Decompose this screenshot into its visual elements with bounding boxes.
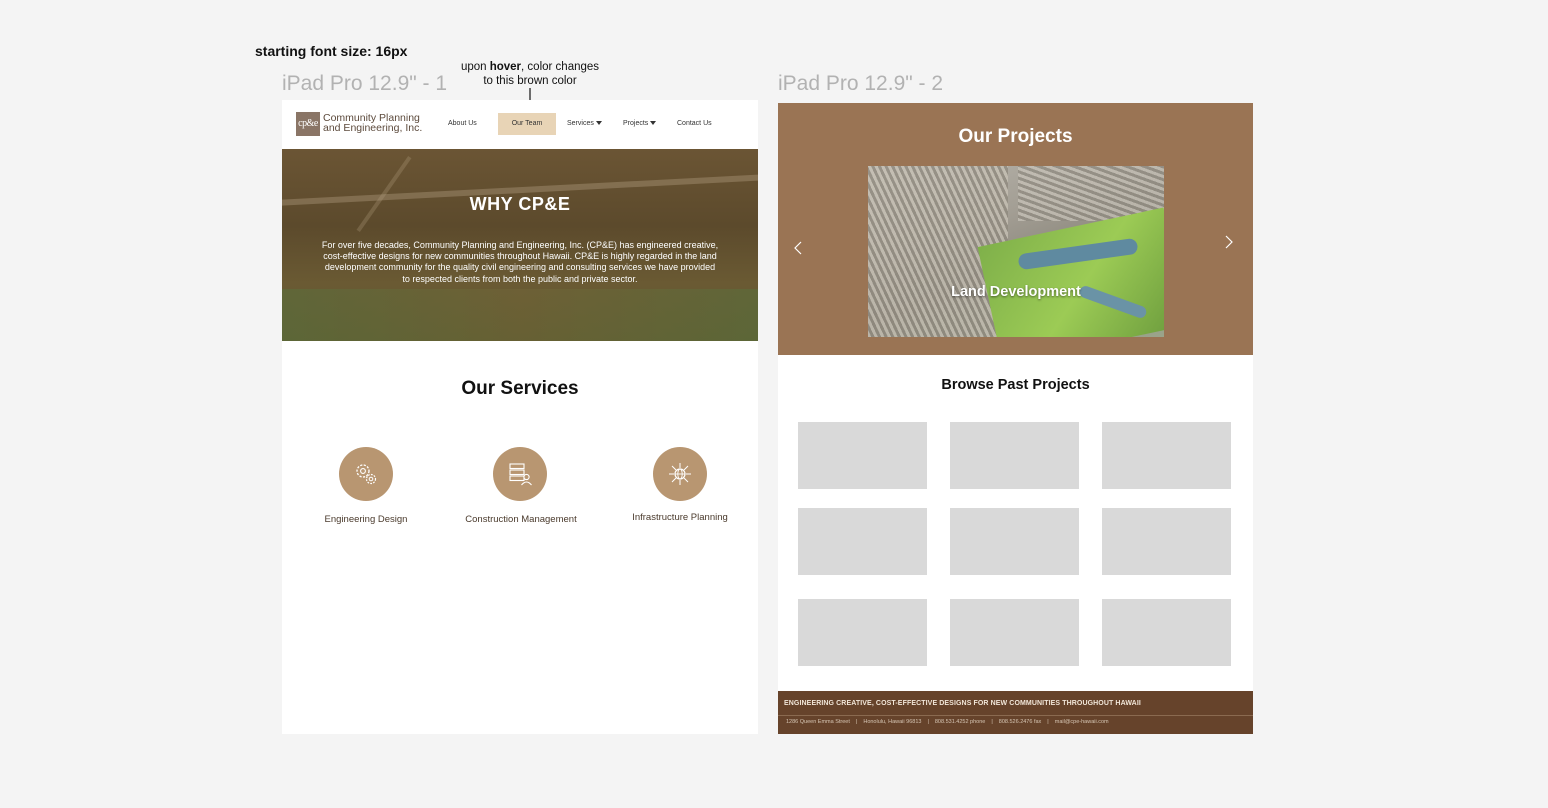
- footer-email[interactable]: mail@cpe-hawaii.com: [1055, 719, 1109, 725]
- logo-line-2: and Engineering, Inc.: [323, 122, 423, 134]
- nav-about-us[interactable]: About Us: [448, 114, 477, 134]
- service-infrastructure-planning-button[interactable]: [653, 447, 707, 501]
- footer-address: 1286 Queen Emma Street: [786, 719, 850, 725]
- logo-mark[interactable]: cp&e: [296, 112, 320, 136]
- hover-note-bold: hover: [489, 61, 522, 73]
- project-tile[interactable]: [1102, 599, 1231, 666]
- services-title: Our Services: [461, 378, 579, 399]
- project-tile[interactable]: [798, 508, 927, 575]
- project-tile[interactable]: [1102, 422, 1231, 489]
- hero-bg-field: [282, 289, 758, 341]
- network-globe-icon: [669, 463, 691, 485]
- caret-down-icon: [595, 121, 602, 126]
- footer-separator: |: [991, 719, 993, 725]
- logo-text[interactable]: Community Planning and Engineering, Inc.: [323, 113, 423, 134]
- gears-icon: [356, 464, 377, 485]
- footer-separator: |: [1047, 719, 1049, 725]
- nav-projects[interactable]: Projects: [623, 114, 657, 134]
- project-tile[interactable]: [798, 422, 927, 489]
- footer: ENGINEERING CREATIVE, COST-EFFECTIVE DES…: [778, 691, 1253, 734]
- nav-our-team[interactable]: Our Team: [498, 113, 556, 135]
- service-label[interactable]: Infrastructure Planning: [608, 512, 752, 523]
- project-tile[interactable]: [950, 422, 1079, 489]
- hero-section: WHY CP&E For over five decades, Communit…: [282, 149, 758, 341]
- footer-contact: 1286 Queen Emma Street | Honolulu, Hawaii …: [786, 719, 1109, 725]
- hover-note-pre: upon: [460, 61, 490, 73]
- chevron-right-icon[interactable]: [1223, 234, 1235, 250]
- footer-tagline: ENGINEERING CREATIVE, COST-EFFECTIVE DES…: [784, 700, 1141, 707]
- footer-divider: [778, 715, 1253, 716]
- project-tile[interactable]: [950, 599, 1079, 666]
- font-size-note: starting font size: 16px: [255, 43, 408, 59]
- projects-banner: Our Projects Land Development: [778, 103, 1253, 355]
- service-engineering-design-button[interactable]: [339, 447, 393, 501]
- footer-fax: 808.526.2476 fax: [998, 719, 1042, 725]
- project-tile[interactable]: [950, 508, 1079, 575]
- project-tile[interactable]: [1102, 508, 1231, 575]
- server-person-icon: [509, 463, 532, 486]
- project-tile[interactable]: [798, 599, 927, 666]
- service-label[interactable]: Engineering Design: [302, 514, 430, 525]
- service-construction-management-button[interactable]: [493, 447, 547, 501]
- frame-ipad-1: cp&e Community Planning and Engineering,…: [282, 100, 758, 734]
- hero-title: WHY CP&E: [469, 194, 571, 214]
- projects-title: Our Projects: [958, 126, 1073, 147]
- hover-annotation: upon hover, color changes to this brown …: [452, 61, 608, 88]
- chevron-left-icon[interactable]: [792, 240, 804, 256]
- footer-separator: |: [927, 719, 929, 725]
- footer-phone[interactable]: 808.531.4252 phone: [935, 719, 985, 725]
- nav-projects-label: Projects: [623, 120, 649, 127]
- project-carousel[interactable]: Land Development: [868, 166, 1164, 337]
- frame-ipad-2: Our Projects Land Development Browse Pas…: [778, 103, 1253, 734]
- frame-label-1: iPad Pro 12.9" - 1: [282, 72, 448, 95]
- nav-contact-us[interactable]: Contact Us: [677, 114, 712, 134]
- hover-note-line2: to this brown color: [483, 74, 577, 87]
- footer-city: Honolulu, Hawaii 96813: [863, 719, 922, 725]
- nav-services-label: Services: [567, 120, 594, 127]
- caret-down-icon: [650, 121, 657, 126]
- frame-label-2: iPad Pro 12.9" - 2: [778, 72, 944, 95]
- hero-text: For over five decades, Community Plannin…: [321, 240, 719, 284]
- hover-note-post: , color changes: [521, 61, 600, 73]
- service-label[interactable]: Construction Management: [444, 514, 598, 525]
- footer-separator: |: [855, 719, 858, 725]
- browse-past-projects-title: Browse Past Projects: [941, 377, 1090, 393]
- carousel-caption: Land Development: [951, 284, 1081, 300]
- nav-services[interactable]: Services: [567, 114, 602, 134]
